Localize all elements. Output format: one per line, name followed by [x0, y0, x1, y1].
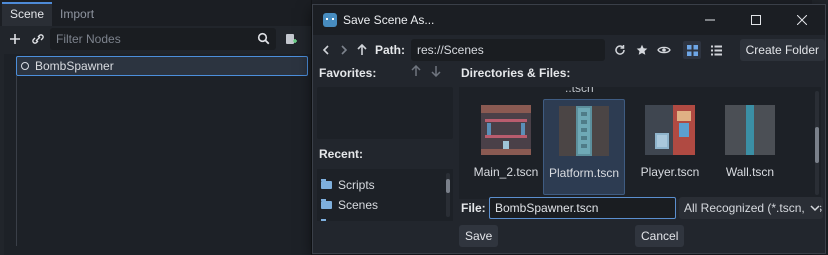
tab-import[interactable]: Import: [52, 2, 102, 26]
recent-scroll-thumb[interactable]: [446, 179, 450, 193]
folder-icon: [321, 179, 332, 189]
scene-dock: Scene Import BombSpawner: [0, 0, 312, 255]
recent-item-scripts[interactable]: Scripts: [317, 175, 453, 195]
file-tile[interactable]: Wall.tscn: [709, 99, 791, 195]
favorites-reorder: [411, 64, 441, 80]
file-name-row: File: All Recognized (*.tscn, *.s: [313, 197, 825, 221]
move-up-icon[interactable]: [411, 64, 421, 80]
search-icon[interactable]: [257, 32, 270, 48]
chevron-down-icon: [808, 197, 820, 219]
scene-tree: BombSpawner: [4, 54, 311, 255]
refresh-icon[interactable]: [611, 41, 629, 59]
file-type-value: All Recognized (*.tscn, *.s: [684, 201, 823, 215]
cancel-button[interactable]: Cancel: [635, 225, 685, 247]
minimize-button[interactable]: [687, 5, 733, 35]
go-up-icon[interactable]: [353, 41, 371, 59]
filter-nodes-box: [50, 28, 276, 50]
directories-label: Directories & Files:: [461, 66, 571, 80]
file-tile[interactable]: Main_2.tscn: [465, 99, 547, 195]
file-tile[interactable]: Player.tscn: [629, 99, 711, 195]
file-name-input[interactable]: [489, 197, 676, 219]
instance-scene-icon[interactable]: [29, 30, 47, 48]
file-tile-selected[interactable]: Platform.tscn: [543, 99, 625, 195]
file-name: Player.tscn: [640, 165, 700, 179]
file-name: Platform.tscn: [548, 166, 620, 180]
scene-toolbar: [0, 27, 311, 51]
scene-thumbnail: [645, 105, 695, 155]
path-label: Path:: [375, 43, 405, 57]
file-grid: ..tscn Main_2.tscn Platform.tscn Player.…: [459, 87, 821, 199]
file-grid-scroll-thumb[interactable]: [815, 127, 819, 163]
scene-thumbnail: [481, 105, 531, 155]
back-icon[interactable]: [317, 41, 335, 59]
file-name: Wall.tscn: [725, 165, 775, 179]
thumbnail-view-icon[interactable]: [683, 41, 701, 59]
tree-guide-line: [16, 76, 17, 246]
favorite-star-icon[interactable]: [633, 41, 651, 59]
attach-script-icon[interactable]: [282, 30, 300, 48]
scene-thumbnail: [559, 106, 609, 156]
dock-tabs: Scene Import: [0, 0, 311, 26]
toggle-hidden-eye-icon[interactable]: [655, 41, 673, 59]
close-button[interactable]: [779, 5, 825, 35]
maximize-button[interactable]: [733, 5, 779, 35]
favorites-label: Favorites:: [319, 66, 377, 80]
recent-label: Recent:: [319, 147, 364, 161]
list-view-icon[interactable]: [707, 41, 725, 59]
file-name: Main_2.tscn: [473, 165, 539, 179]
create-folder-button[interactable]: Create Folder: [739, 39, 825, 61]
clipped-filename: ..tscn: [565, 87, 594, 95]
tab-scene[interactable]: Scene: [2, 2, 53, 26]
path-input[interactable]: [411, 39, 605, 61]
path-bar: Path: Create Folder: [313, 39, 825, 61]
filter-nodes-input[interactable]: [50, 28, 240, 50]
save-scene-dialog: Save Scene As... Path: res://Scenes Crea…: [312, 4, 826, 254]
tree-node-label: BombSpawner: [35, 59, 114, 73]
scene-thumbnail: [725, 105, 775, 155]
godot-icon: [323, 13, 337, 27]
file-label: File:: [461, 201, 486, 215]
node-icon: [21, 62, 29, 70]
dialog-titlebar: Save Scene As...: [313, 5, 825, 35]
save-button[interactable]: Save: [459, 225, 499, 247]
favorites-list[interactable]: [317, 87, 453, 139]
move-down-icon[interactable]: [431, 65, 441, 80]
recent-item-label: Scripts: [338, 178, 375, 192]
tree-node-root[interactable]: BombSpawner: [16, 56, 308, 76]
file-type-select[interactable]: All Recognized (*.tscn, *.s: [679, 197, 823, 219]
dialog-title: Save Scene As...: [343, 13, 435, 27]
forward-icon[interactable]: [335, 41, 353, 59]
add-node-icon[interactable]: [6, 30, 24, 48]
window-controls: [687, 5, 825, 35]
